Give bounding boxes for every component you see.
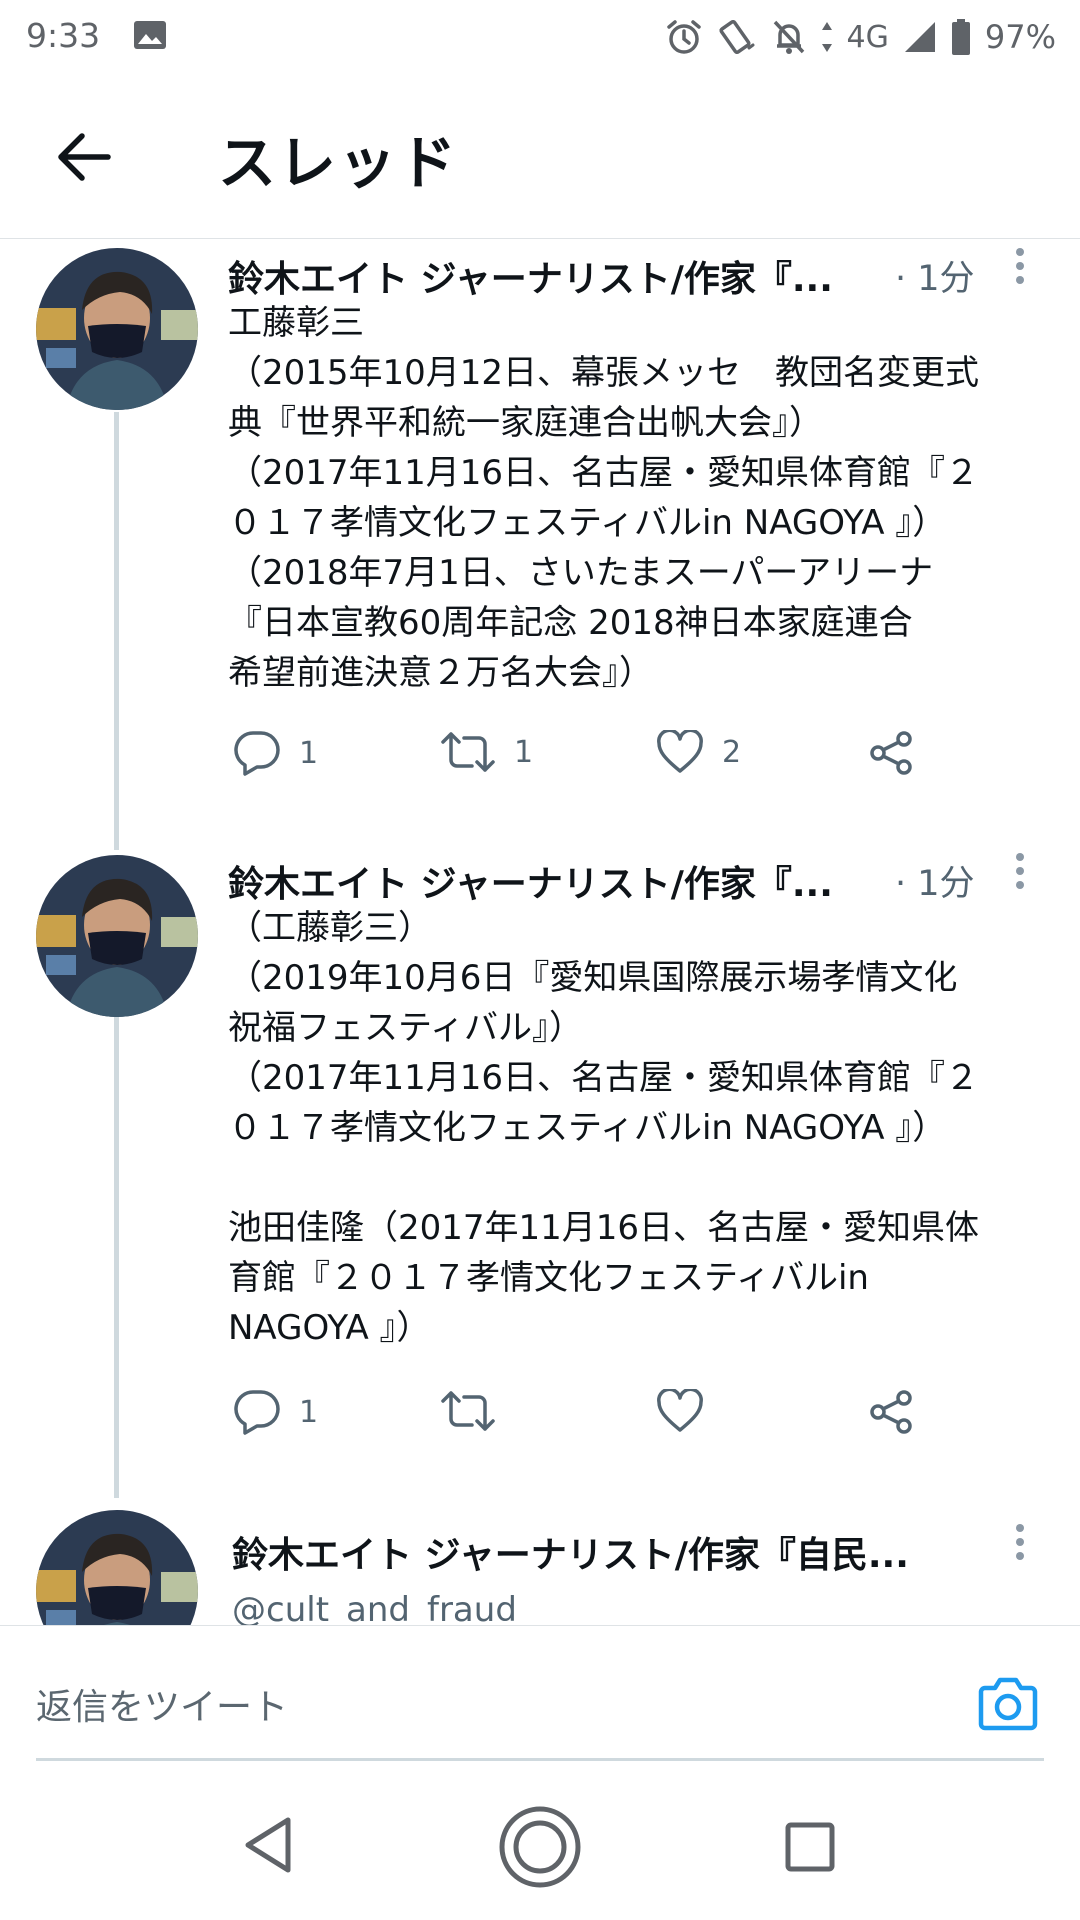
- tweet-text-line: ０１７孝情文化フェスティバルin NAGOYA 』）: [228, 503, 947, 543]
- tweet-actions: 1: [228, 1389, 928, 1449]
- system-nav-bar: [0, 1765, 1080, 1920]
- more-options-icon[interactable]: [1010, 853, 1030, 897]
- alarm-icon: [666, 20, 701, 54]
- retweet-icon: [441, 732, 495, 772]
- nav-recents-icon[interactable]: [784, 1821, 836, 1873]
- share-button[interactable]: [868, 730, 914, 776]
- nav-back-icon[interactable]: [242, 1815, 294, 1875]
- display-name[interactable]: 鈴木エイト ジャーナリスト/作家『...: [228, 855, 833, 907]
- tweet-text-line: （2015年10月12日、幕張メッセ 教団名変更式: [228, 353, 980, 393]
- tweet-time: · 1分: [895, 864, 975, 904]
- camera-icon[interactable]: [976, 1676, 1040, 1732]
- tweet-text-line: 希望前進決意２万名大会』）: [228, 653, 653, 693]
- tweet-text-line: 祝福フェスティバル』）: [228, 1008, 583, 1048]
- share-icon: [870, 1390, 912, 1434]
- tweet-text: （工藤彰三） （2019年10月6日『愛知県国際展示場孝情文化 祝福フェスティバ…: [228, 903, 1058, 1353]
- like-count: 2: [722, 734, 742, 770]
- status-bar: 9:33 4G 97%: [0, 0, 1080, 76]
- tweet-text-line: ０１７孝情文化フェスティバルin NAGOYA 』）: [228, 1108, 947, 1148]
- app-header: スレッド: [0, 76, 1080, 239]
- like-button[interactable]: 2: [656, 730, 741, 774]
- display-name[interactable]: 鈴木エイト ジャーナリスト/作家『自民...: [232, 1526, 909, 1578]
- share-icon: [870, 731, 912, 775]
- more-options-icon[interactable]: [1010, 1524, 1030, 1568]
- vibrate-icon: [718, 19, 755, 55]
- reply-underline: [36, 1758, 1044, 1761]
- reply-input[interactable]: 返信をツイート: [36, 1678, 288, 1730]
- tweet[interactable]: 鈴木エイト ジャーナリスト/作家『... · 1分 （工藤彰三） （2019年1…: [0, 845, 1080, 1500]
- tweet-text-line: 典『世界平和統一家庭連合出帆大会』）: [228, 403, 823, 443]
- tweet-text-line: （2019年10月6日『愛知県国際展示場孝情文化: [228, 958, 958, 998]
- retweet-button[interactable]: [440, 1389, 514, 1433]
- tweet-text-line: 工藤彰三: [228, 303, 364, 343]
- tweet-text-line: （工藤彰三）: [228, 908, 432, 948]
- page-title: スレッド: [218, 129, 459, 197]
- tweet-actions: 1 1 2: [228, 730, 928, 790]
- reply-count: 1: [299, 1394, 319, 1430]
- retweet-button[interactable]: 1: [440, 730, 533, 774]
- tweet-text-line: （2017年11月16日、名古屋・愛知県体育館『２: [228, 1058, 980, 1098]
- avatar[interactable]: [36, 1510, 198, 1625]
- user-handle[interactable]: @cult_and_fraud: [232, 1590, 517, 1625]
- avatar[interactable]: [36, 855, 198, 1017]
- more-options-icon[interactable]: [1010, 248, 1030, 292]
- network-type: 4G: [846, 19, 889, 55]
- tweet-text-line: （2018年7月1日、さいたまスーパーアリーナ: [228, 553, 934, 593]
- reply-button[interactable]: 1: [233, 1389, 318, 1435]
- heart-icon: [657, 1389, 703, 1432]
- tweet[interactable]: 鈴木エイト ジャーナリスト/作家『自民... @cult_and_fraud: [0, 1510, 1080, 1625]
- tweet-text-line: 池田佳隆（2017年11月16日、名古屋・愛知県体: [228, 1208, 980, 1248]
- reply-composer[interactable]: 返信をツイート: [0, 1625, 1080, 1765]
- nav-home-icon[interactable]: [498, 1805, 582, 1889]
- retweet-icon: [441, 1391, 495, 1431]
- heart-icon: [657, 730, 703, 773]
- retweet-count: 1: [514, 734, 534, 770]
- battery-icon: [951, 19, 970, 55]
- tweet[interactable]: 鈴木エイト ジャーナリスト/作家『... · 1分 工藤彰三 （2015年10月…: [0, 240, 1080, 845]
- tweet-text-line: 『日本宣教60周年記念 2018神日本家庭連合: [228, 603, 913, 643]
- like-button[interactable]: [656, 1389, 722, 1433]
- battery-percent: 97%: [984, 18, 1056, 56]
- reply-icon: [234, 731, 280, 776]
- display-name[interactable]: 鈴木エイト ジャーナリスト/作家『...: [228, 250, 833, 302]
- tweet-text-line: （2017年11月16日、名古屋・愛知県体育館『２: [228, 453, 980, 493]
- data-arrows-icon: [821, 22, 832, 52]
- dnd-bell-off-icon: [773, 20, 804, 54]
- reply-icon: [234, 1390, 280, 1435]
- tweet-text-line: NAGOYA 』）: [228, 1308, 431, 1348]
- tweet-text: 工藤彰三 （2015年10月12日、幕張メッセ 教団名変更式 典『世界平和統一家…: [228, 298, 1058, 698]
- reply-count: 1: [299, 735, 319, 771]
- tweet-text-line: 育館『２０１７孝情文化フェスティバルin: [228, 1258, 869, 1298]
- arrow-left-icon[interactable]: [54, 131, 112, 183]
- avatar[interactable]: [36, 248, 198, 410]
- share-button[interactable]: [868, 1389, 914, 1435]
- thread-list[interactable]: 鈴木エイト ジャーナリスト/作家『... · 1分 工藤彰三 （2015年10月…: [0, 240, 1080, 1625]
- status-icons: 4G 97%: [665, 14, 1056, 60]
- reply-button[interactable]: 1: [233, 730, 318, 776]
- tweet-text-line: [228, 1153, 1058, 1203]
- tweet-time: · 1分: [895, 259, 975, 299]
- signal-icon: [904, 22, 935, 52]
- status-time: 9:33: [26, 16, 101, 55]
- image-icon: [134, 21, 166, 49]
